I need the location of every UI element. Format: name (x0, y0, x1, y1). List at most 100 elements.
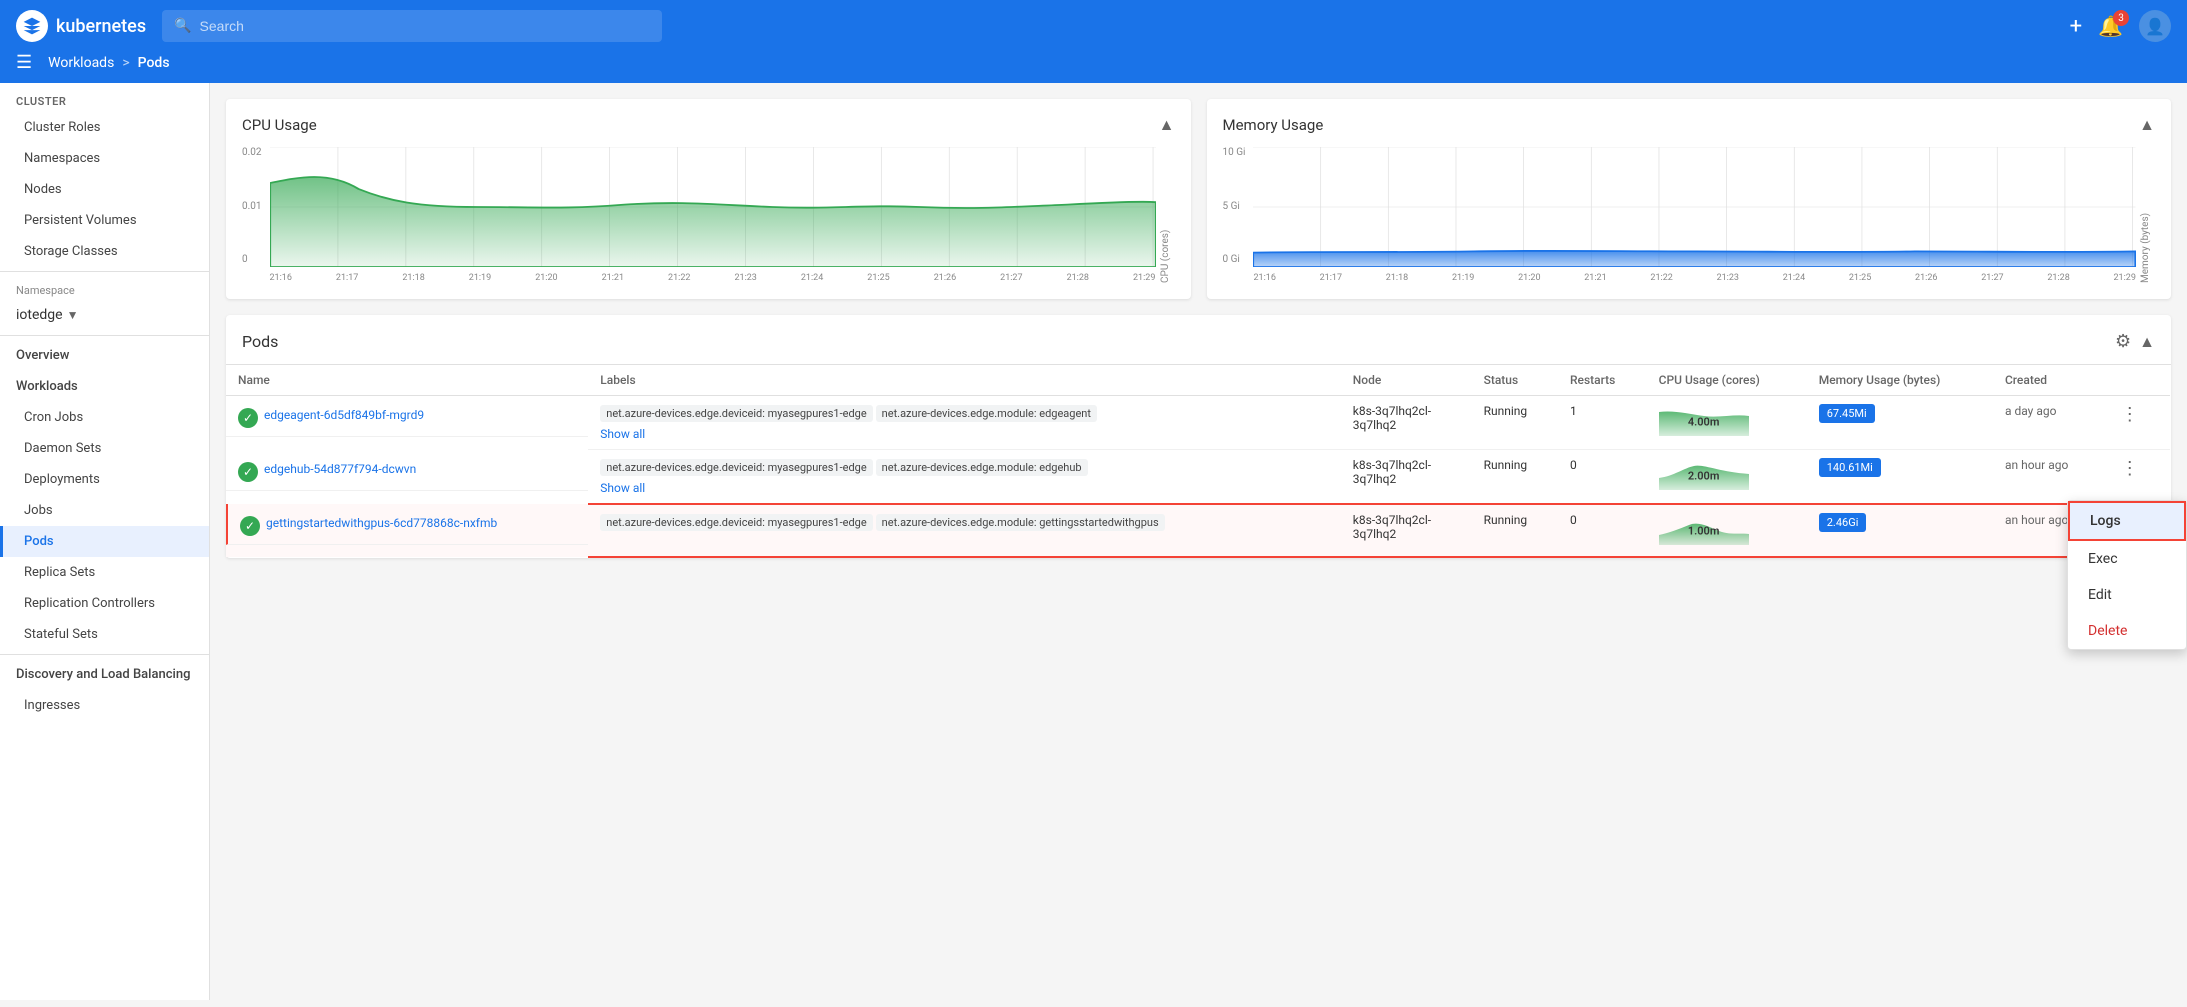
context-menu-delete[interactable]: Delete (2068, 613, 2186, 649)
cpu-chart-collapse[interactable]: ▲ (1159, 115, 1175, 135)
divider-2 (0, 335, 209, 336)
sidebar-item-persistent-volumes[interactable]: Persistent Volumes (0, 205, 209, 236)
context-menu-edit[interactable]: Edit (2068, 577, 2186, 613)
memory-value-badge: 67.45Mi (1819, 404, 1875, 423)
sidebar-item-nodes[interactable]: Nodes (0, 174, 209, 205)
col-header-cpu: CPU Usage (cores) (1647, 365, 1807, 396)
col-header-restarts: Restarts (1558, 365, 1647, 396)
cpu-chart-header: CPU Usage ▲ (242, 115, 1175, 135)
cpu-y-label: CPU (cores) (1160, 147, 1175, 283)
context-menu-logs[interactable]: Logs (2068, 501, 2186, 541)
pod-status-cell: ✓ edgeagent-6d5df849bf-mgrd9 (226, 396, 588, 437)
sidebar-item-replica-sets[interactable]: Replica Sets (0, 557, 209, 588)
table-header-row: Name Labels Node Status Restarts CPU Usa… (226, 365, 2170, 396)
memory-value-badge: 2.46Gi (1819, 513, 1867, 532)
col-header-actions (2105, 365, 2170, 396)
sidebar-item-replication-controllers[interactable]: Replication Controllers (0, 588, 209, 619)
breadcrumb-separator: > (122, 55, 129, 71)
cpu-y-axis: 0.02 0.01 0 (242, 147, 266, 283)
notifications-button[interactable]: 🔔 3 (2098, 14, 2123, 38)
cpu-chart-title: CPU Usage (242, 116, 317, 134)
topbar-actions: + 🔔 3 👤 (2070, 10, 2171, 42)
show-all-link[interactable]: Show all (600, 481, 1329, 495)
sidebar-item-cluster-roles[interactable]: Cluster Roles (0, 112, 209, 143)
pod-memory-cell: 140.61Mi (1807, 450, 1993, 505)
table-row: ✓ edgeagent-6d5df849bf-mgrd9 net.azure-d… (226, 396, 2170, 450)
add-button[interactable]: + (2070, 14, 2082, 39)
sidebar-item-deployments[interactable]: Deployments (0, 464, 209, 495)
pod-restarts: 1 (1558, 396, 1647, 450)
sidebar-item-namespaces[interactable]: Namespaces (0, 143, 209, 174)
notification-badge: 3 (2113, 10, 2129, 26)
sidebar: Cluster Cluster Roles Namespaces Nodes P… (0, 83, 210, 1000)
memory-chart-card: Memory Usage ▲ 10 Gi 5 Gi 0 Gi (1207, 99, 2172, 299)
memory-chart-svg-container: 21:16 21:17 21:18 21:19 21:20 21:21 21:2… (1253, 147, 2136, 283)
status-check-icon: ✓ (238, 462, 258, 482)
pod-labels-cell: net.azure-devices.edge.deviceid: myasegp… (588, 504, 1341, 557)
table-row: ✓ edgehub-54d877f794-dcwvn net.azure-dev… (226, 450, 2170, 505)
sidebar-item-storage-classes[interactable]: Storage Classes (0, 236, 209, 267)
pod-labels-cell: net.azure-devices.edge.deviceid: myasegp… (588, 396, 1341, 450)
breadcrumb-bar: ☰ Workloads > Pods (0, 52, 2187, 83)
divider-3 (0, 654, 209, 655)
col-header-memory: Memory Usage (bytes) (1807, 365, 1993, 396)
memory-x-labels: 21:16 21:17 21:18 21:19 21:20 21:21 21:2… (1253, 273, 2136, 283)
col-header-node: Node (1341, 365, 1472, 396)
pod-status-text: Running (1472, 396, 1558, 450)
memory-chart-collapse[interactable]: ▲ (2139, 115, 2155, 135)
label-chip: net.azure-devices.edge.deviceid: myasegp… (600, 459, 872, 476)
cpu-x-labels: 21:16 21:17 21:18 21:19 21:20 21:21 21:2… (270, 273, 1156, 283)
pod-action-cell: ⋮ (2105, 396, 2170, 450)
memory-y-label: Memory (bytes) (2140, 147, 2155, 283)
hamburger-icon[interactable]: ☰ (16, 52, 32, 73)
search-container[interactable]: 🔍 (162, 10, 662, 42)
pod-context-menu-button[interactable]: ⋮ (2117, 400, 2143, 429)
pod-labels-cell: net.azure-devices.edge.deviceid: myasegp… (588, 450, 1341, 505)
sidebar-workloads[interactable]: Workloads (0, 371, 209, 402)
cpu-value-label: 1.00m (1688, 524, 1720, 537)
pods-collapse-icon[interactable]: ▲ (2139, 332, 2155, 352)
topbar: kubernetes 🔍 + 🔔 3 👤 (0, 0, 2187, 52)
user-avatar[interactable]: 👤 (2139, 10, 2171, 42)
pod-name-link[interactable]: gettingstartedwithgpus-6cd778868c-nxfmb (266, 516, 497, 530)
search-input[interactable] (200, 18, 651, 34)
breadcrumb-workloads[interactable]: Workloads (48, 55, 114, 71)
sidebar-item-jobs[interactable]: Jobs (0, 495, 209, 526)
pod-restarts: 0 (1558, 504, 1647, 557)
pod-cpu-cell: 1.00m (1647, 504, 1807, 557)
sidebar-item-ingresses[interactable]: Ingresses (0, 690, 209, 721)
namespace-value-row[interactable]: iotedge ▼ (0, 305, 209, 331)
pod-status-text: Running (1472, 504, 1558, 557)
pod-context-menu-button[interactable]: ⋮ (2117, 454, 2143, 483)
pod-created: a day ago (1993, 396, 2105, 450)
show-all-link[interactable]: Show all (600, 427, 1329, 441)
pod-name-link[interactable]: edgeagent-6d5df849bf-mgrd9 (264, 408, 424, 422)
pod-node-cell: k8s-3q7lhq2cl-3q7lhq2 (1341, 504, 1472, 557)
status-check-icon: ✓ (238, 408, 258, 428)
pods-card: Pods ⚙ ▲ Name Labels Node Status Restart… (226, 315, 2171, 558)
cpu-value-label: 4.00m (1688, 415, 1720, 428)
pods-header: Pods ⚙ ▲ (226, 315, 2171, 365)
context-menu-exec[interactable]: Exec (2068, 541, 2186, 577)
sidebar-item-stateful-sets[interactable]: Stateful Sets (0, 619, 209, 650)
cpu-value-label: 2.00m (1688, 469, 1720, 482)
filter-icon[interactable]: ⚙ (2115, 331, 2131, 352)
sidebar-item-daemon-sets[interactable]: Daemon Sets (0, 433, 209, 464)
pod-status-cell: ✓ gettingstartedwithgpus-6cd778868c-nxfm… (226, 504, 588, 545)
divider-1 (0, 271, 209, 272)
content-area: CPU Usage ▲ 0.02 0.01 0 (210, 83, 2187, 1000)
pod-memory-cell: 67.45Mi (1807, 396, 1993, 450)
sidebar-discovery[interactable]: Discovery and Load Balancing (0, 659, 209, 690)
sidebar-overview[interactable]: Overview (0, 340, 209, 371)
sidebar-item-cron-jobs[interactable]: Cron Jobs (0, 402, 209, 433)
namespace-value: iotedge (16, 307, 63, 323)
pod-name-link[interactable]: edgehub-54d877f794-dcwvn (264, 462, 416, 476)
namespace-label: Namespace (16, 284, 75, 297)
sidebar-item-pods[interactable]: Pods (0, 526, 209, 557)
table-row: ✓ gettingstartedwithgpus-6cd778868c-nxfm… (226, 504, 2170, 557)
label-chip: net.azure-devices.edge.module: edgehub (876, 459, 1088, 476)
charts-row: CPU Usage ▲ 0.02 0.01 0 (226, 99, 2171, 299)
pod-restarts: 0 (1558, 450, 1647, 505)
search-icon: 🔍 (174, 18, 191, 34)
app-logo: kubernetes (16, 10, 146, 42)
